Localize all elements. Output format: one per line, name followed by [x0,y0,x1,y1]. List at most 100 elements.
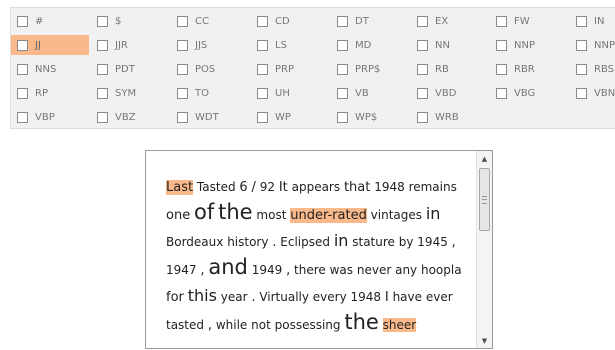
tag-checkbox[interactable] [17,63,28,75]
tag-checkbox[interactable] [97,15,108,27]
tag-checkbox[interactable] [576,87,587,99]
tag-checkbox[interactable] [496,39,507,51]
pos-tag-option[interactable]: EX [411,11,489,31]
pos-tag-option[interactable]: SYM [91,83,169,103]
tag-checkbox[interactable] [496,63,507,75]
scrollbar-thumb[interactable] [479,168,490,231]
tagged-text-content: Last Tasted 6 / 92 It appears that 1948 … [166,175,471,338]
tag-checkbox[interactable] [496,87,507,99]
pos-tag-option[interactable]: UH [251,83,329,103]
pos-tag-option[interactable]: # [11,11,89,31]
text-token: by [398,235,414,249]
pos-tag-option[interactable]: NNPS [570,35,615,55]
tagged-text-box[interactable]: Last Tasted 6 / 92 It appears that 1948 … [145,150,493,349]
text-token: have [392,290,423,304]
tag-checkbox[interactable] [97,63,108,75]
tag-checkbox[interactable] [417,39,428,51]
text-token: It [278,180,288,195]
pos-tag-option[interactable]: IN [570,11,615,31]
pos-tag-option[interactable]: PDT [91,59,169,79]
tag-label: TO [195,87,209,99]
tag-checkbox[interactable] [257,15,268,27]
pos-tag-option[interactable]: JJR [91,35,169,55]
pos-tag-option[interactable]: LS [251,35,329,55]
scroll-down-arrow-icon[interactable]: ▼ [477,333,492,348]
tag-checkbox[interactable] [417,63,428,75]
text-token: Virtually [259,290,309,304]
tag-checkbox[interactable] [337,15,348,27]
pos-tag-option[interactable]: $ [91,11,169,31]
pos-tag-option[interactable]: NN [411,35,489,55]
pos-tag-option[interactable]: TO [171,83,249,103]
pos-tag-option[interactable]: NNP [490,35,568,55]
pos-tag-option[interactable]: CC [171,11,249,31]
text-token: the [344,310,379,334]
text-token: 1948 [350,290,382,304]
pos-tag-option[interactable]: PRP [251,59,329,79]
tag-checkbox[interactable] [177,63,188,75]
pos-tag-option[interactable]: PRP$ [331,59,409,79]
tag-checkbox[interactable] [177,87,188,99]
tag-checkbox[interactable] [496,15,507,27]
text-token: , [286,263,291,278]
tag-checkbox[interactable] [576,63,587,75]
pos-tag-option[interactable]: RB [411,59,489,79]
pos-tag-option[interactable]: JJ [11,35,89,55]
tag-checkbox[interactable] [17,111,28,123]
text-token: not [251,318,271,332]
pos-tag-option[interactable]: DT [331,11,409,31]
highlighted-token: under-rated [290,208,367,223]
tag-checkbox[interactable] [417,15,428,27]
tag-checkbox[interactable] [337,63,348,75]
pos-tag-option[interactable]: VBD [411,83,489,103]
tag-checkbox[interactable] [17,39,28,51]
tag-label: RB [435,63,449,75]
tag-checkbox[interactable] [177,15,188,27]
tag-checkbox[interactable] [17,15,28,27]
pos-tag-option[interactable]: JJS [171,35,249,55]
text-token: , [200,263,205,278]
tag-checkbox[interactable] [417,87,428,99]
tag-checkbox[interactable] [97,111,108,123]
tag-label: # [35,15,44,27]
tag-checkbox[interactable] [257,63,268,75]
text-token: any [395,263,418,277]
tag-checkbox[interactable] [177,39,188,51]
tag-checkbox[interactable] [337,87,348,99]
pos-tag-option[interactable]: VBN [570,83,615,103]
scroll-up-arrow-icon[interactable]: ▲ [477,151,492,166]
tag-checkbox[interactable] [417,111,428,123]
text-token: possessing [274,318,341,332]
pos-tag-option[interactable]: WP [251,107,329,127]
pos-tag-option[interactable]: RBR [490,59,568,79]
text-token: most [256,208,287,222]
pos-tag-option[interactable]: RBS [570,59,615,79]
pos-tag-option[interactable]: MD [331,35,409,55]
tag-checkbox[interactable] [17,87,28,99]
pos-tag-option[interactable]: NNS [11,59,89,79]
tag-checkbox[interactable] [576,15,587,27]
tag-checkbox[interactable] [337,111,348,123]
pos-tag-option[interactable]: POS [171,59,249,79]
tag-label: PRP$ [355,63,381,75]
tag-checkbox[interactable] [576,39,587,51]
pos-tag-option[interactable]: VBZ [91,107,169,127]
pos-tag-option[interactable]: VBG [490,83,568,103]
tag-label: WDT [195,111,219,123]
pos-tag-option[interactable]: VB [331,83,409,103]
pos-tag-option[interactable]: VBP [11,107,89,127]
pos-tag-option[interactable]: WDT [171,107,249,127]
tag-checkbox[interactable] [257,39,268,51]
pos-tag-option[interactable]: CD [251,11,329,31]
pos-tag-option[interactable]: WP$ [331,107,409,127]
tag-checkbox[interactable] [97,87,108,99]
tag-checkbox[interactable] [177,111,188,123]
pos-tag-option[interactable]: RP [11,83,89,103]
tag-checkbox[interactable] [337,39,348,51]
tag-checkbox[interactable] [97,39,108,51]
pos-tag-option[interactable]: FW [490,11,568,31]
tag-checkbox[interactable] [257,87,268,99]
pos-tag-option[interactable]: WRB [411,107,489,127]
vertical-scrollbar[interactable]: ▲ ▼ [476,151,492,348]
tag-checkbox[interactable] [257,111,268,123]
